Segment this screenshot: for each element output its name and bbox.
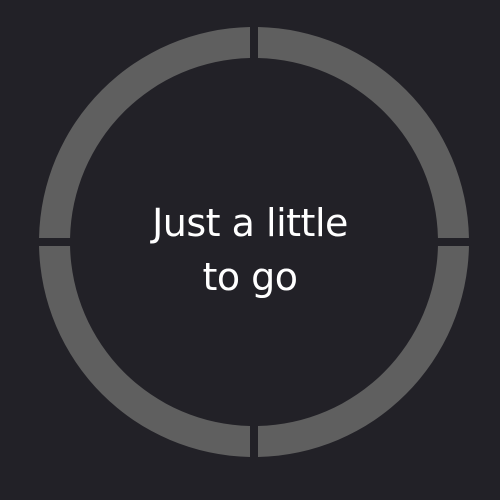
progress-message-line-1: Just a little xyxy=(152,201,348,245)
progress-message-line-2: to go xyxy=(202,255,298,299)
progress-screen: Just a little to go xyxy=(0,0,500,500)
progress-message: Just a little to go xyxy=(100,196,400,304)
